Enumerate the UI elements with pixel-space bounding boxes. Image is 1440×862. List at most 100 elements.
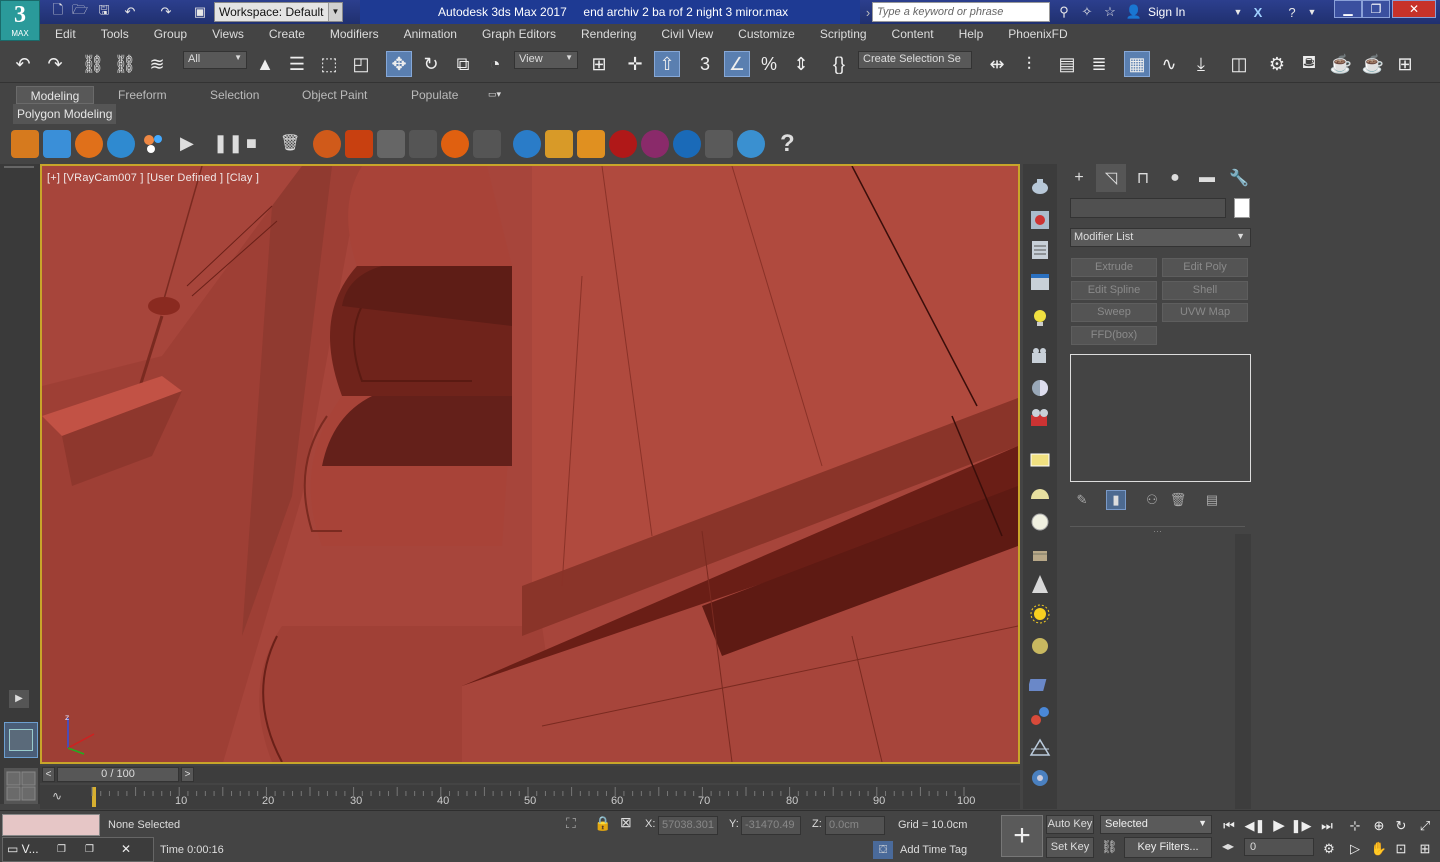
splash-preset-icon[interactable] — [609, 130, 637, 158]
application-menu-button[interactable]: 3 MAX — [0, 0, 40, 41]
previous-key-icon[interactable]: ◀❚ — [1244, 816, 1266, 836]
water-drop-preset-icon[interactable] — [513, 130, 541, 158]
help-icon[interactable]: ? — [780, 130, 795, 158]
previous-frame-arrow[interactable]: < — [42, 767, 55, 782]
teapot-icon[interactable] — [1026, 172, 1054, 200]
rectangular-selection-icon[interactable]: ⬚ — [316, 51, 342, 77]
named-selection-dropdown[interactable]: Create Selection Se — [858, 51, 972, 69]
ffd-box-button[interactable]: FFD(box) — [1071, 326, 1157, 345]
modifier-stack[interactable] — [1070, 354, 1251, 482]
orbit-icon[interactable]: ↻ — [1390, 816, 1412, 836]
go-to-start-icon[interactable]: ⏮ — [1218, 816, 1240, 836]
vray-physical-camera-icon[interactable] — [1026, 404, 1054, 432]
rollout-grip-icon[interactable]: ⋯ — [1153, 526, 1162, 537]
select-and-link-icon[interactable]: ⛓ — [80, 51, 106, 77]
next-frame-arrow[interactable]: > — [181, 767, 194, 782]
menu-tools[interactable]: Tools — [86, 24, 139, 45]
sign-in-link[interactable]: Sign In — [1148, 0, 1185, 24]
new-file-icon[interactable]: 🗋 — [48, 2, 68, 22]
field-of-view-icon[interactable]: ▷ — [1344, 839, 1366, 859]
vray-sun-icon[interactable] — [1026, 600, 1054, 628]
shell-button[interactable]: Shell — [1162, 281, 1248, 300]
time-slider[interactable]: < 0 / 100 > — [40, 766, 1020, 783]
scene-explorer-icon[interactable]: ▤ — [1054, 51, 1080, 77]
ocean-preset-icon[interactable] — [737, 130, 765, 158]
configure-modifier-sets-icon[interactable]: ▤ — [1202, 490, 1222, 510]
viewport-layout-single[interactable] — [4, 722, 38, 758]
object-name-field[interactable] — [1070, 198, 1226, 218]
add-time-tag-link[interactable]: Add Time Tag — [900, 844, 967, 856]
menu-help[interactable]: Help — [944, 24, 994, 45]
utilities-tab-icon[interactable]: 🔧 — [1224, 164, 1254, 192]
make-unique-icon[interactable]: ⚇ — [1142, 490, 1162, 510]
select-and-rotate-icon[interactable]: ↻ — [418, 51, 444, 77]
vray-proxy-icon[interactable] — [1026, 702, 1054, 730]
extrude-button[interactable]: Extrude — [1071, 258, 1157, 277]
rollout-scrollbar[interactable] — [1235, 534, 1251, 809]
time-tag-icon[interactable]: ⛋ — [873, 841, 893, 859]
vray-settings-gear-icon[interactable] — [1026, 764, 1054, 792]
render-settings-icon[interactable] — [1026, 268, 1054, 296]
select-by-name-icon[interactable]: ☰ — [284, 51, 310, 77]
expand-arrow-icon[interactable]: ▶ — [9, 690, 29, 708]
percent-snap-icon[interactable]: % — [756, 51, 782, 77]
render-setup-icon[interactable]: ⚙ — [1264, 51, 1290, 77]
spinner-snap-icon[interactable]: ⇕ — [788, 51, 814, 77]
walk-through-icon[interactable]: ⊡ — [1390, 839, 1412, 859]
favorites-star-icon[interactable]: ☆ — [1100, 2, 1120, 22]
keyboard-shortcut-override-icon[interactable]: ⇧ — [654, 51, 680, 77]
snaps-toggle-icon[interactable]: 3 — [692, 51, 718, 77]
light-lister-icon[interactable] — [1026, 304, 1054, 332]
vray-sphere-light-icon[interactable] — [1026, 508, 1054, 536]
redo-icon[interactable]: ↷ — [42, 51, 68, 77]
vray-camera-icon[interactable] — [1026, 342, 1054, 370]
maxscript-listener-field[interactable] — [2, 814, 100, 836]
curve-editor-icon[interactable]: ∿ — [1156, 51, 1182, 77]
wave-preset-icon[interactable] — [705, 130, 733, 158]
set-key-big-button[interactable]: + — [1001, 815, 1043, 857]
z-coordinate-field[interactable]: 0.0cm — [825, 816, 885, 835]
fire-icon[interactable] — [75, 130, 103, 158]
key-filters-button[interactable]: Key Filters... — [1124, 837, 1212, 858]
beer-preset-icon[interactable] — [545, 130, 573, 158]
time-config-icon[interactable]: ⚙ — [1318, 839, 1340, 859]
select-and-scale-icon[interactable]: ⧉ — [450, 51, 476, 77]
menu-rendering[interactable]: Rendering — [566, 24, 646, 45]
schematic-view-icon[interactable]: ⤓ — [1188, 51, 1214, 77]
vray-plane-light-icon[interactable] — [1026, 446, 1054, 474]
viewport-layout-handle[interactable] — [4, 166, 34, 168]
menu-views[interactable]: Views — [197, 24, 254, 45]
render-iterative-icon[interactable]: ☕ — [1360, 51, 1386, 77]
menu-civil-view[interactable]: Civil View — [646, 24, 723, 45]
undo-icon[interactable]: ↶ — [10, 51, 36, 77]
candle-preset-icon[interactable] — [441, 130, 469, 158]
ocean-icon[interactable] — [107, 130, 135, 158]
select-manipulate-icon[interactable]: ✛ — [622, 51, 648, 77]
honey-preset-icon[interactable] — [577, 130, 605, 158]
project-folder-icon[interactable]: ▣ — [190, 2, 210, 22]
rendered-frame-window-icon[interactable]: ⛾ — [1296, 51, 1322, 77]
redo-icon[interactable]: ↷ — [156, 2, 176, 22]
select-and-move-icon[interactable]: ✥ — [386, 51, 412, 77]
pin-stack-icon[interactable]: ✎ — [1072, 490, 1092, 510]
tab-freeform[interactable]: Freeform — [110, 86, 175, 104]
key-mode-dropdown[interactable]: Selected ▼ — [1100, 815, 1212, 834]
chevron-down-icon[interactable]: ▼ — [1228, 2, 1248, 22]
restore-icon[interactable]: ❐ — [57, 838, 66, 861]
exchange-apps-icon[interactable]: X — [1248, 2, 1268, 22]
menu-graph-editors[interactable]: Graph Editors — [467, 24, 566, 45]
pause-icon[interactable]: ❚❚ — [213, 133, 243, 154]
bind-space-warp-icon[interactable]: ≋ — [144, 51, 170, 77]
ribbon-options-icon[interactable]: ▭▾ — [488, 89, 514, 101]
zoom-icon[interactable]: ⊕ — [1368, 816, 1390, 836]
modify-tab-icon[interactable]: ◹ — [1096, 164, 1126, 192]
y-coordinate-field[interactable]: -31470.49 — [741, 816, 801, 835]
material-editor-icon[interactable]: ◫ — [1226, 51, 1252, 77]
maximize-icon[interactable]: ❐ — [85, 838, 94, 861]
communication-center-icon[interactable]: ✧ — [1077, 2, 1097, 22]
absolute-mode-icon[interactable]: ⊠ — [620, 814, 632, 831]
close-icon[interactable]: ✕ — [121, 838, 131, 861]
time-slider-thumb[interactable]: 0 / 100 — [57, 767, 179, 782]
menu-customize[interactable]: Customize — [723, 24, 805, 45]
minimized-window-tab[interactable]: ▭ V... ❐ ❐ ✕ — [2, 837, 154, 862]
